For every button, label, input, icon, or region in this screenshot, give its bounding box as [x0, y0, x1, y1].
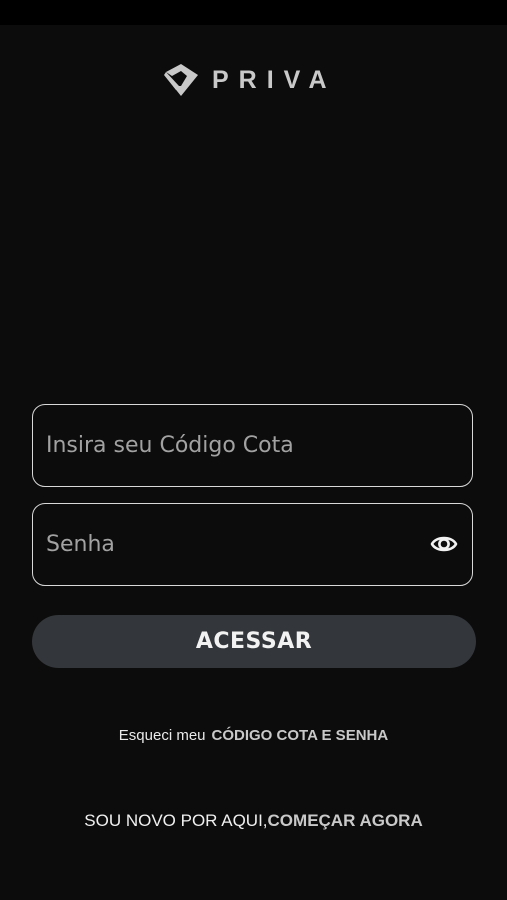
status-bar: [0, 0, 507, 25]
password-field[interactable]: [32, 503, 473, 586]
access-button[interactable]: ACESSAR: [32, 615, 476, 668]
forgot-text: Esqueci meu: [118, 727, 206, 744]
code-field[interactable]: [32, 404, 473, 487]
code-input[interactable]: [46, 405, 426, 485]
priva-diamond-logo-icon: [164, 64, 198, 96]
forgot-credentials: Esqueci meu CÓDIGO COTA E SENHA: [0, 726, 507, 746]
start-now-link[interactable]: COMEÇAR AGORA: [268, 811, 423, 830]
brand-name: PRIVA: [212, 66, 337, 94]
eye-icon[interactable]: [430, 531, 458, 557]
new-user-text: SOU NOVO POR AQUI,: [84, 811, 268, 830]
password-input[interactable]: [46, 504, 426, 584]
new-user-prompt: SOU NOVO POR AQUI,COMEÇAR AGORA: [0, 810, 507, 832]
brand-logo: PRIVA: [162, 62, 337, 98]
forgot-link[interactable]: CÓDIGO COTA E SENHA: [212, 727, 389, 744]
